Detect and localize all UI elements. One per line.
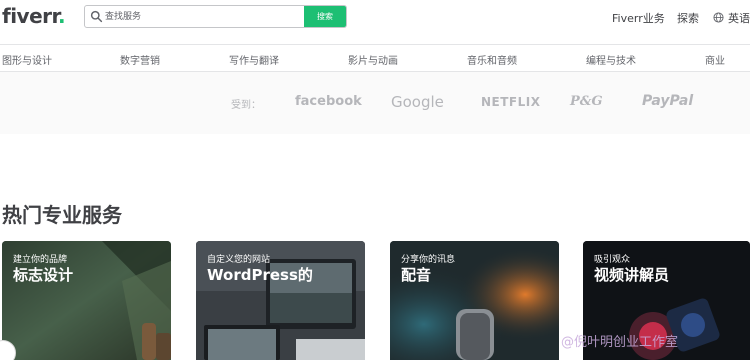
card-title: WordPress的 — [207, 266, 313, 284]
fiverr-logo[interactable]: fiverr. — [2, 4, 66, 28]
category-graphics-design[interactable]: 图形与设计 — [2, 52, 52, 67]
paypal-logo: PayPal — [642, 93, 694, 109]
watermark-text: @倪叶明创业工作室 — [561, 335, 679, 350]
category-nav: 图形与设计 数字营销 写作与翻译 影片与动画 音乐和音频 编程与技术 商业 — [0, 44, 750, 72]
category-programming-tech[interactable]: 编程与技术 — [586, 52, 636, 67]
service-card-wordpress[interactable]: 自定义您的网站 WordPress的 — [196, 241, 365, 360]
trusted-by-label: 受到： — [231, 100, 261, 111]
google-logo: Google — [391, 93, 444, 111]
category-video-animation[interactable]: 影片与动画 — [348, 52, 398, 67]
category-music-audio[interactable]: 音乐和音频 — [467, 52, 517, 67]
search-input[interactable] — [105, 6, 305, 27]
search-button[interactable]: 搜索 — [304, 6, 346, 27]
facebook-logo: facebook — [295, 94, 362, 109]
search-bar: 搜索 — [84, 5, 347, 28]
category-digital-marketing[interactable]: 数字营销 — [120, 52, 160, 67]
service-card-logo-design[interactable]: 建立你的品牌 标志设计 — [2, 241, 171, 360]
category-writing-translation[interactable]: 写作与翻译 — [229, 52, 279, 67]
globe-icon[interactable] — [713, 12, 724, 23]
nav-language[interactable]: 英语 — [728, 10, 750, 26]
card-title: 配音 — [401, 266, 432, 284]
card-title: 视频讲解员 — [594, 266, 670, 284]
top-header: fiverr. 搜索 Fiverr业务 探索 英语 — [0, 0, 750, 44]
pg-logo: P&G — [570, 94, 603, 109]
category-business[interactable]: 商业 — [705, 52, 725, 67]
netflix-logo: NETFLIX — [481, 95, 541, 109]
nav-fiverr-business[interactable]: Fiverr业务 — [612, 10, 665, 26]
trusted-by-band: 受到： facebook Google NETFLIX P&G PayPal — [0, 72, 750, 134]
search-icon — [90, 10, 103, 23]
service-card-voice-over[interactable]: 分享你的讯息 配音 — [390, 241, 559, 360]
card-title: 标志设计 — [13, 266, 74, 284]
popular-services-title: 热门专业服务 — [2, 203, 122, 227]
nav-explore[interactable]: 探索 — [677, 10, 699, 26]
